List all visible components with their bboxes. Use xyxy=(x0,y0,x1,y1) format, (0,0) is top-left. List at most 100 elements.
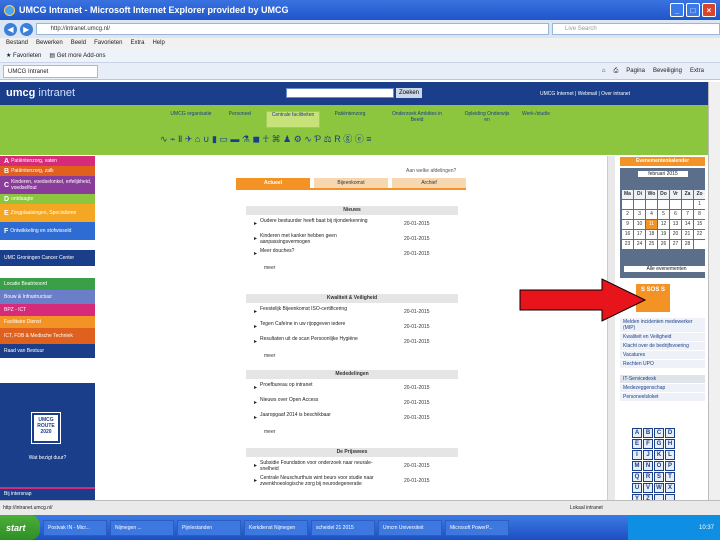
maximize-button[interactable]: □ xyxy=(686,3,700,17)
cmd-pagina[interactable]: Pagina xyxy=(626,68,645,75)
calendar-day[interactable]: 13 xyxy=(670,220,681,229)
sidebar-item[interactable]: F Ontwikkeling en stofwisseld xyxy=(0,222,95,240)
alphabet-letter[interactable]: B xyxy=(643,428,653,438)
calendar-day[interactable]: 12 xyxy=(658,220,669,229)
start-button[interactable]: start xyxy=(0,515,40,540)
menu-item-extra[interactable]: Extra xyxy=(130,38,144,49)
tab-actueel[interactable]: Actueel xyxy=(236,178,310,188)
calendar-day[interactable]: 11 xyxy=(646,220,657,229)
alphabet-letter[interactable]: L xyxy=(665,450,675,460)
close-button[interactable]: × xyxy=(702,3,716,17)
news-title[interactable]: Meer douches? xyxy=(260,248,380,254)
content-scrollbar[interactable] xyxy=(607,156,615,500)
calendar-day[interactable]: 6 xyxy=(670,210,681,219)
calendar-day[interactable]: 27 xyxy=(670,240,681,249)
sidebar-item[interactable]: C Kinderen, voedselonkel, erfelijkheid, v… xyxy=(0,176,95,194)
favorites-button[interactable]: ★ Favorieten xyxy=(6,52,41,59)
wat-text[interactable]: Wat bezigt duur? xyxy=(0,455,95,461)
site-search-input[interactable] xyxy=(286,88,394,98)
calendar-day[interactable]: 14 xyxy=(682,220,693,229)
calendar-day[interactable]: 4 xyxy=(646,210,657,219)
sidebar-item[interactable]: E Zorgplaatsingen, Specialisme xyxy=(0,204,95,222)
calendar-day[interactable]: 16 xyxy=(622,230,633,239)
calendar-day[interactable]: 9 xyxy=(622,220,633,229)
system-tray-clock[interactable]: 10:37 xyxy=(628,515,720,540)
alphabet-letter[interactable]: C xyxy=(654,428,664,438)
news-title[interactable]: Feestelijk Bijeenkomst ISO-certificering xyxy=(260,306,380,312)
calendar-day[interactable]: 20 xyxy=(670,230,681,239)
nav-patientenzorg[interactable]: Patiëntenzorg xyxy=(330,111,370,128)
sidebar-bottom-link[interactable]: Bij intersnap xyxy=(0,487,95,500)
news-title[interactable]: Subsidie Foundation voor onderzoek naar … xyxy=(260,460,380,472)
alphabet-letter[interactable]: U xyxy=(632,483,642,493)
sidebar-item[interactable]: ICT, FDB & Medische Techniek xyxy=(0,328,95,344)
calendar-day[interactable]: 8 xyxy=(694,210,705,219)
alphabet-letter[interactable]: O xyxy=(654,461,664,471)
umcg-logo[interactable]: umcg intranet xyxy=(6,87,75,99)
news-row[interactable]: ▸ Meer douches? 20-01-2015 xyxy=(248,247,462,262)
calendar-day[interactable]: 3 xyxy=(634,210,645,219)
calendar-day[interactable]: 5 xyxy=(658,210,669,219)
alphabet-letter[interactable]: H xyxy=(665,439,675,449)
taskbar-item[interactable]: Nijmegen ... xyxy=(110,519,174,536)
quick-link[interactable]: Vacatures xyxy=(620,351,705,360)
calendar-day[interactable]: 15 xyxy=(694,220,705,229)
sidebar-item[interactable]: B Patiëntenzorg, zalk xyxy=(0,166,95,176)
page-scrollbar[interactable] xyxy=(708,82,720,500)
alphabet-letter[interactable]: Q xyxy=(632,472,642,482)
calendar-day[interactable]: 24 xyxy=(634,240,645,249)
quick-link[interactable]: Personeelsloket xyxy=(620,393,705,402)
nav-centrale-faciliteiten[interactable]: Centrale faciliteiten xyxy=(266,111,320,128)
nav-umcg-organisatie[interactable]: UMCG organisatie xyxy=(162,111,220,128)
alphabet-letter[interactable]: E xyxy=(632,439,642,449)
news-row[interactable]: ▸ Centrale Neuschurthuis wint beurs voor … xyxy=(248,474,462,492)
sidebar-item[interactable]: Dontdaagte xyxy=(0,194,95,204)
alphabet-letter[interactable]: W xyxy=(654,483,664,493)
nav-icons-row[interactable]: ∿ ⌁ Ⅱ ✈ ⌂ ∪ ▮ ▭ ▬ ⚗ ◼ ☥ ⌘ ♟ ⚙ ∿ Ƥ ⚖ R ⓖ … xyxy=(160,132,371,145)
minimize-button[interactable]: _ xyxy=(670,3,684,17)
news-title[interactable]: Nieuws over Open Access xyxy=(260,397,380,403)
calendar-day[interactable]: 1 xyxy=(694,200,705,209)
top-link[interactable]: Aan welke afdelingen? xyxy=(406,168,456,174)
nav-personeel[interactable]: Personeel xyxy=(222,111,258,128)
sidebar-item[interactable]: A Patiëntenzorg, vaten xyxy=(0,156,95,166)
news-row[interactable]: ▸ Oudere bestuurder heeft baat bij rijond… xyxy=(248,217,462,232)
menu-item-favorieten[interactable]: Favorieten xyxy=(94,38,122,49)
alphabet-letter[interactable]: P xyxy=(665,461,675,471)
calendar-day[interactable]: 28 xyxy=(682,240,693,249)
calendar-day[interactable]: 23 xyxy=(622,240,633,249)
search-input[interactable]: Live Search xyxy=(552,23,720,35)
all-events-link[interactable]: Alle evenementen xyxy=(624,266,709,272)
nav-werk-studie[interactable]: Werk-/studie xyxy=(516,111,556,128)
calendar-day[interactable]: 18 xyxy=(646,230,657,239)
home-icon[interactable]: ⌂ xyxy=(602,68,606,75)
news-title[interactable]: Centrale Neuschurthuis wint beurs voor s… xyxy=(260,475,380,487)
calendar-day[interactable]: 19 xyxy=(658,230,669,239)
alphabet-letter[interactable]: G xyxy=(654,439,664,449)
meer-link[interactable]: meer xyxy=(264,429,275,435)
alphabet-letter[interactable]: D xyxy=(665,428,675,438)
quick-link[interactable]: Rechten UPO xyxy=(620,360,705,369)
quick-link[interactable]: Medezeggenschap xyxy=(620,384,705,393)
news-title[interactable]: Tegen Cafeïne in uw rijopgeven iedere xyxy=(260,321,380,327)
news-title[interactable]: Resultaten uit de scan Persoonlijke Hygi… xyxy=(260,336,380,342)
menu-item-help[interactable]: Help xyxy=(152,38,164,49)
alphabet-letter[interactable]: J xyxy=(643,450,653,460)
alphabet-letter[interactable]: A xyxy=(632,428,642,438)
calendar-day[interactable]: 26 xyxy=(658,240,669,249)
alphabet-letter[interactable]: V xyxy=(643,483,653,493)
alphabet-letter[interactable]: I xyxy=(632,450,642,460)
news-title[interactable]: Kinderen met kanker hebben geen aanpassi… xyxy=(260,233,380,245)
back-icon[interactable]: ◀ xyxy=(4,22,17,36)
taskbar-item[interactable]: Microsoft PowerP... xyxy=(445,519,509,536)
calendar-day[interactable]: 10 xyxy=(634,220,645,229)
taskbar-item[interactable]: Pijnlestanden xyxy=(177,519,241,536)
news-row[interactable]: ▸ Kinderen met kanker hebben geen aanpass… xyxy=(248,232,462,247)
quick-link[interactable]: IT-Servicedesk xyxy=(620,375,705,384)
news-row[interactable]: ▸ Tegen Cafeïne in uw rijopgeven iedere 20… xyxy=(248,320,462,335)
calendar-day[interactable]: 21 xyxy=(682,230,693,239)
news-title[interactable]: Proefbureau op intranet xyxy=(260,382,380,388)
events-header[interactable]: Evenementenkalender xyxy=(620,157,705,166)
tab-bijeenkomst[interactable]: Bijeenkomst xyxy=(314,178,388,188)
zoeken-button[interactable]: Zoeken xyxy=(396,88,422,98)
